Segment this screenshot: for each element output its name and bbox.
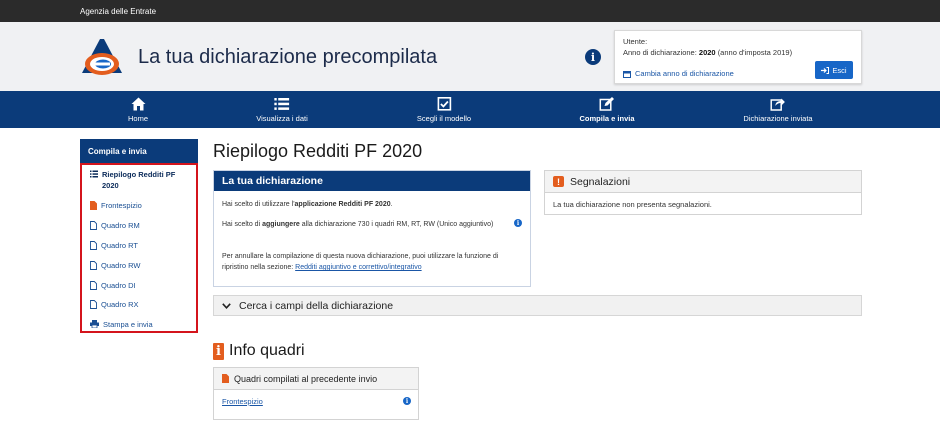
agenzia-logo-icon[interactable] — [80, 37, 124, 77]
sidebar-item-label: Quadro RT — [101, 241, 138, 250]
dichiarazione-card-title: La tua dichiarazione — [214, 171, 530, 191]
sidebar-item-label: Quadro RM — [101, 221, 140, 230]
anno-suffix: (anno d'imposta 2019) — [717, 48, 793, 57]
sidebar-item-label: Riepilogo Redditi PF 2020 — [102, 170, 176, 190]
quadri-compilati-header: Quadri compilati al precedente invio — [214, 368, 418, 390]
sidebar-item-quadro-rt[interactable]: Quadro RT — [90, 241, 138, 250]
header: La tua dichiarazione precompilata i Uten… — [0, 22, 940, 91]
calendar-icon — [623, 70, 631, 78]
logout-icon — [821, 66, 830, 74]
anno-prefix: Anno di dichiarazione: — [623, 48, 697, 57]
segnalazioni-title: Segnalazioni — [570, 175, 631, 188]
nav-scegli[interactable]: Scegli il modello — [417, 91, 471, 128]
nav-compila-label: Compila e invia — [579, 113, 635, 123]
info-orange-icon: i — [213, 342, 224, 360]
sidebar-item-quadro-di[interactable]: Quadro DI — [90, 281, 136, 290]
esci-button[interactable]: Esci — [815, 61, 853, 79]
info-quadri-heading: i Info quadri — [213, 342, 305, 360]
cerca-campi-accordion[interactable]: Cerca i campi della dichiarazione — [213, 295, 862, 316]
document-icon — [90, 281, 97, 290]
esci-label: Esci — [832, 65, 847, 75]
warning-icon: ! — [553, 176, 564, 187]
dich-text-1: Hai scelto di utilizzare l'applicazione … — [222, 199, 512, 210]
frontespizio-link[interactable]: Frontespizio — [222, 397, 263, 406]
nav-inviata[interactable]: Dichiarazione inviata — [743, 91, 813, 128]
sidebar-item-quadro-rm[interactable]: Quadro RM — [90, 221, 140, 230]
app-title: La tua dichiarazione precompilata — [138, 46, 438, 68]
print-icon — [90, 320, 99, 328]
cambia-anno-label: Cambia anno di dichiarazione — [635, 69, 734, 78]
page-title: Riepilogo Redditi PF 2020 — [213, 141, 423, 161]
nav-scegli-label: Scegli il modello — [416, 113, 472, 123]
dich-text-1-post: . — [390, 201, 393, 208]
dich-text-3: Per annullare la compilazione di questa … — [222, 251, 512, 273]
sidebar-item-quadro-rx[interactable]: Quadro RX — [90, 300, 139, 309]
anno-line: Anno di dichiarazione: 2020 (anno d'impo… — [623, 47, 853, 58]
segnalazioni-card: ! Segnalazioni La tua dichiarazione non … — [544, 170, 862, 215]
nav-inviata-label: Dichiarazione inviata — [743, 113, 813, 123]
cambia-anno-link[interactable]: Cambia anno di dichiarazione — [623, 69, 734, 78]
document-icon — [90, 221, 97, 230]
dich-text-2-post: alla dichiarazione 730 i quadri RM, RT, … — [299, 221, 494, 228]
checkbox-icon — [437, 96, 451, 111]
info-icon[interactable]: i — [403, 397, 411, 405]
sidebar-item-riepilogo[interactable]: Riepilogo Redditi PF 2020 — [90, 169, 192, 191]
document-icon — [90, 241, 97, 250]
user-label: Utente: — [623, 37, 648, 46]
info-quadri-title: Info quadri — [229, 342, 305, 359]
nav-home-label: Home — [127, 113, 149, 123]
segnalazioni-body: La tua dichiarazione non presenta segnal… — [553, 200, 712, 209]
sidebar-item-quadro-rw[interactable]: Quadro RW — [90, 261, 140, 270]
nav-visualizza[interactable]: Visualizza i dati — [256, 91, 308, 128]
info-icon[interactable]: i — [585, 49, 601, 65]
sidebar-item-stampa[interactable]: Stampa e invia — [90, 320, 153, 329]
share-icon — [770, 98, 785, 111]
home-icon — [130, 97, 145, 110]
segnalazioni-header: ! Segnalazioni — [545, 171, 861, 193]
org-name: Agenzia delle Entrate — [80, 6, 157, 16]
quadri-compilati-title: Quadri compilati al precedente invio — [234, 373, 378, 384]
document-icon — [90, 261, 97, 270]
sidebar-item-label: Quadro RW — [101, 261, 141, 270]
redditi-aggiuntivo-link[interactable]: Redditi aggiuntivo e correttivo/integrat… — [295, 264, 421, 271]
user-panel: Utente: Anno di dichiarazione: 2020 (ann… — [614, 30, 862, 84]
cerca-campi-label: Cerca i campi della dichiarazione — [239, 299, 394, 312]
sidebar-item-frontespizio[interactable]: Frontespizio — [90, 201, 142, 210]
document-icon — [90, 300, 97, 309]
dich-text-2-bold: aggiungere — [262, 221, 300, 228]
top-bar: Agenzia delle Entrate — [0, 0, 940, 22]
sidebar-title: Compila e invia — [80, 139, 198, 163]
dich-text-1-pre: Hai scelto di utilizzare l' — [222, 201, 295, 208]
quadri-compilati-card: Quadri compilati al precedente invio Fro… — [213, 367, 419, 420]
nav-home[interactable]: Home — [128, 91, 148, 128]
edit-icon — [599, 96, 614, 111]
document-orange-icon — [222, 374, 229, 383]
list-icon — [90, 170, 98, 178]
chevron-down-icon — [222, 302, 231, 309]
document-orange-icon — [90, 201, 97, 210]
info-icon[interactable]: i — [514, 219, 522, 227]
dich-text-2: Hai scelto di aggiungere alla dichiarazi… — [222, 219, 502, 230]
dich-text-1-bold: applicazione Redditi PF 2020 — [294, 201, 391, 208]
sidebar-item-label: Stampa e invia — [103, 320, 153, 329]
dichiarazione-card: La tua dichiarazione Hai scelto di utili… — [213, 170, 531, 287]
list-icon — [274, 97, 290, 110]
sidebar-menu: Riepilogo Redditi PF 2020 Frontespizio Q… — [80, 163, 198, 333]
anno-value: 2020 — [698, 48, 716, 57]
sidebar-item-label: Quadro RX — [101, 300, 139, 309]
nav-compila[interactable]: Compila e invia — [579, 91, 635, 128]
sidebar-item-label: Frontespizio — [101, 201, 142, 210]
dich-text-2-pre: Hai scelto di — [222, 221, 263, 228]
nav-visualizza-label: Visualizza i dati — [256, 113, 308, 123]
sidebar-item-label: Quadro DI — [101, 281, 136, 290]
